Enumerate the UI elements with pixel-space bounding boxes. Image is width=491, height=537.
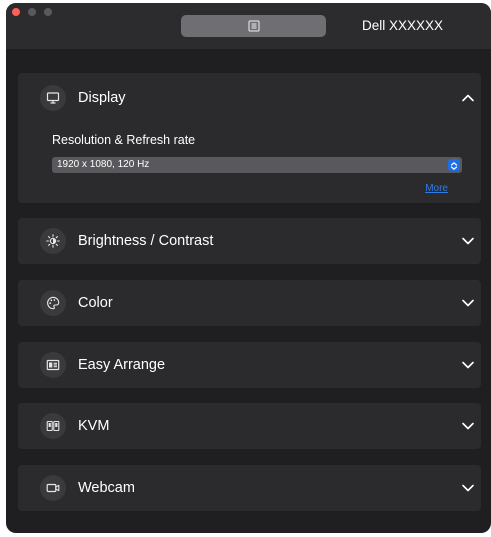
title-bar: Dell XXXXXX <box>6 3 491 49</box>
layout-icon <box>46 359 60 371</box>
list-icon <box>248 20 259 32</box>
monitor-name: Dell XXXXXX <box>362 18 444 33</box>
webcam-icon <box>46 483 60 493</box>
more-link[interactable]: More <box>425 183 448 195</box>
chevron-down-icon[interactable] <box>461 234 475 248</box>
section-title: KVM <box>78 418 110 434</box>
chevron-down-icon[interactable] <box>461 481 475 495</box>
menu-button[interactable] <box>181 15 326 37</box>
resolution-select[interactable]: 1920 x 1080, 120 Hz <box>52 157 462 173</box>
section-title: Webcam <box>78 480 135 496</box>
section-webcam[interactable]: Webcam <box>18 465 481 511</box>
section-easy-arrange[interactable]: Easy Arrange <box>18 342 481 388</box>
section-display: Display Resolution & Refresh rate 1920 x… <box>18 73 481 203</box>
select-stepper-icon <box>448 159 460 171</box>
kvm-icon <box>46 420 60 432</box>
minimize-window-button[interactable] <box>28 8 36 16</box>
section-color[interactable]: Color <box>18 280 481 326</box>
chevron-down-icon[interactable] <box>461 358 475 372</box>
palette-icon <box>47 296 60 310</box>
chevron-down-icon[interactable] <box>461 296 475 310</box>
close-window-button[interactable] <box>12 8 20 16</box>
section-title: Brightness / Contrast <box>78 233 214 249</box>
section-title: Color <box>78 295 113 311</box>
chevron-down-icon[interactable] <box>461 419 475 433</box>
monitor-icon <box>46 92 60 104</box>
zoom-window-button[interactable] <box>44 8 52 16</box>
app-window: Dell XXXXXX Display Resolution & Refresh… <box>6 3 491 533</box>
chevron-up-icon[interactable] <box>461 91 475 105</box>
section-title: Display <box>78 90 126 106</box>
brightness-icon <box>46 234 60 248</box>
resolution-label: Resolution & Refresh rate <box>52 133 196 147</box>
resolution-value: 1920 x 1080, 120 Hz <box>57 159 150 170</box>
section-brightness-contrast[interactable]: Brightness / Contrast <box>18 218 481 264</box>
section-kvm[interactable]: KVM <box>18 403 481 449</box>
section-title: Easy Arrange <box>78 357 166 373</box>
section-display-header[interactable]: Display <box>18 73 481 123</box>
